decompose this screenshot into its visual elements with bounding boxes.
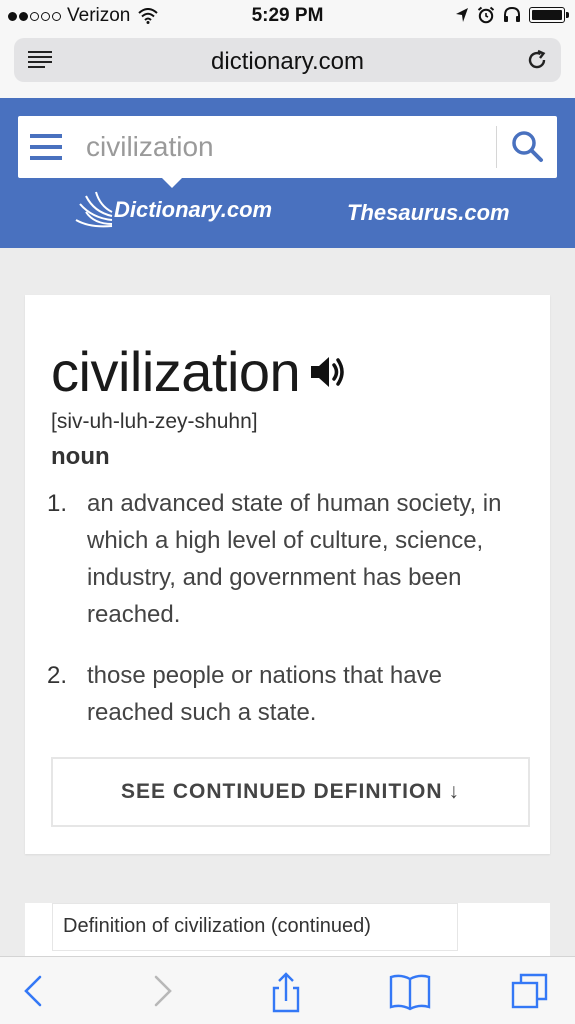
definition-item: 2. those people or nations that have rea… (47, 657, 517, 731)
headword-row: civilization (51, 339, 348, 404)
back-icon (24, 975, 42, 1007)
battery-icon (529, 7, 569, 23)
browser-toolbar (0, 956, 575, 1024)
browser-chrome: dictionary.com (0, 32, 575, 98)
search-input[interactable] (86, 128, 486, 166)
definition-item: 1. an advanced state of human society, i… (47, 485, 517, 633)
continued-definition-heading: Definition of civilization (continued) (52, 903, 458, 951)
search-icon (512, 130, 543, 162)
status-bar: Verizon 5:29 PM (0, 0, 575, 32)
share-button[interactable] (266, 971, 306, 1013)
search-box (18, 116, 557, 178)
address-bar[interactable]: dictionary.com (14, 38, 561, 82)
site-header: Dictionary.com Thesaurus.com (0, 98, 575, 248)
definition-card: civilization [siv-uh-luh-zey-shuhn] noun… (25, 295, 550, 854)
forward-button[interactable] (142, 971, 182, 1011)
definition-text: those people or nations that have reache… (87, 662, 442, 726)
dictionary-brand-label: Dictionary.com (114, 197, 273, 222)
headphones-icon (504, 6, 520, 22)
hamburger-menu-icon[interactable] (30, 134, 62, 160)
definition-text: an advanced state of human society, in w… (87, 490, 502, 628)
back-button[interactable] (14, 971, 54, 1011)
definition-number: 2. (47, 662, 68, 689)
sunburst-logo-icon (75, 191, 113, 228)
thesaurus-tab-link[interactable]: Thesaurus.com (347, 200, 510, 226)
bookmarks-button[interactable] (388, 971, 431, 1011)
tabs-icon (511, 973, 548, 1009)
search-divider (496, 126, 497, 168)
continued-button-label: SEE CONTINUED DEFINITION (120, 780, 443, 803)
see-continued-definition-button[interactable]: SEE CONTINUED DEFINITION ↓ (51, 757, 530, 827)
status-right (455, 6, 569, 24)
part-of-speech: noun (51, 443, 110, 470)
search-button[interactable] (502, 124, 552, 170)
forward-icon (154, 975, 172, 1007)
speaker-audio-icon[interactable] (308, 352, 348, 392)
bookmarks-icon (389, 974, 431, 1011)
down-arrow-icon: ↓ (448, 780, 461, 803)
reload-icon[interactable] (525, 48, 549, 72)
continued-definition-card: Definition of civilization (continued) (25, 903, 550, 963)
dictionary-tab-link[interactable]: Dictionary.com (72, 190, 272, 230)
definition-list: 1. an advanced state of human society, i… (47, 485, 517, 755)
location-icon (456, 8, 468, 22)
pronunciation: [siv-uh-luh-zey-shuhn] (51, 410, 258, 433)
tabs-button[interactable] (510, 971, 550, 1011)
active-tab-pointer (160, 176, 184, 188)
alarm-icon (477, 6, 495, 24)
definition-number: 1. (47, 490, 68, 517)
share-icon (272, 972, 300, 1013)
url-text[interactable]: dictionary.com (14, 48, 561, 76)
headword: civilization (51, 340, 301, 403)
